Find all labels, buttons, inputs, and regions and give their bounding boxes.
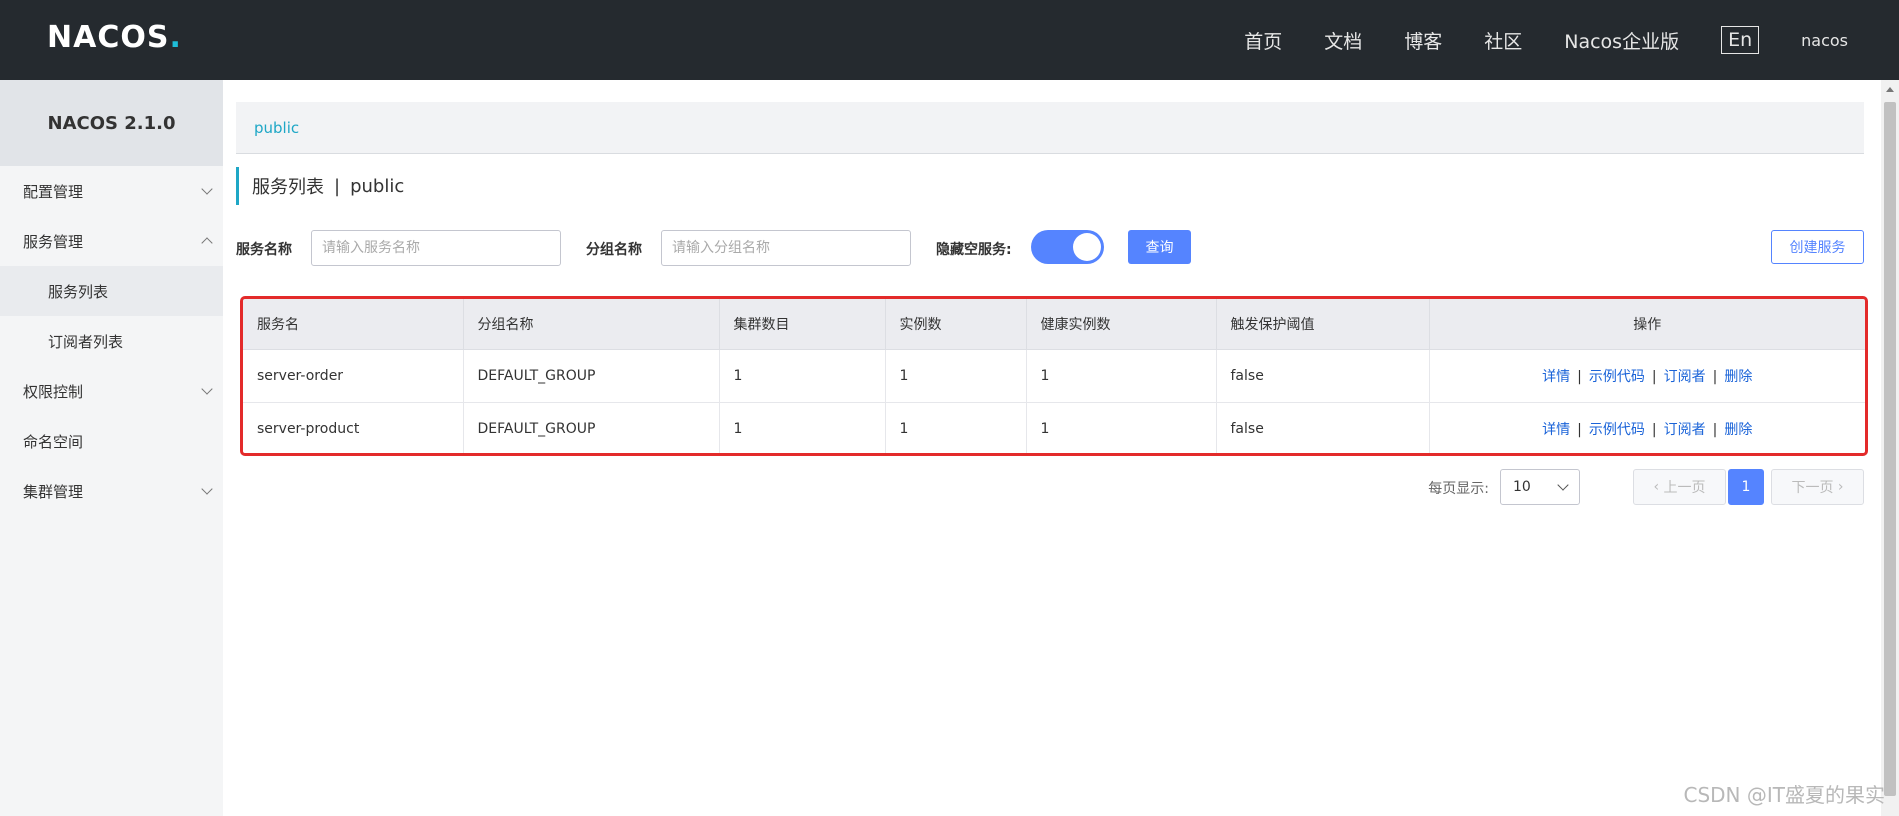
sidebar-item-config[interactable]: 配置管理 — [0, 166, 223, 216]
per-page-select[interactable]: 10 — [1500, 469, 1580, 505]
cell-instance-count: 1 — [885, 349, 1027, 403]
pagination: 每页显示: 10 ‹ 上一页 1 下一页 › — [236, 469, 1864, 505]
delete-link[interactable]: 删除 — [1724, 422, 1752, 438]
chevron-down-icon — [201, 183, 213, 195]
page-title: 服务列表 | public — [236, 167, 404, 205]
group-name-label: 分组名称 — [586, 242, 642, 258]
chevron-down-icon — [1557, 478, 1569, 491]
sidebar-item-namespace[interactable]: 命名空间 — [0, 416, 223, 466]
query-button[interactable]: 查询 — [1128, 230, 1191, 264]
watermark: CSDN @IT盛夏的果实 — [1683, 783, 1886, 807]
vertical-scrollbar[interactable] — [1881, 80, 1899, 816]
page-title-text: 服务列表 — [252, 177, 324, 198]
sidebar-version-title: NACOS 2.1.0 — [0, 80, 223, 166]
namespace-breadcrumb: public — [236, 102, 1864, 154]
nav-blog[interactable]: 博客 — [1404, 27, 1442, 54]
sidebar-item-label: 集群管理 — [23, 482, 84, 501]
hide-empty-label: 隐藏空服务: — [936, 242, 1012, 258]
cell-healthy-count: 1 — [1026, 402, 1217, 456]
nacos-logo[interactable]: NACOS. — [47, 20, 182, 55]
cell-group-name: DEFAULT_GROUP — [463, 349, 720, 403]
top-navbar: NACOS. 首页 文档 博客 社区 Nacos企业版 En nacos — [0, 0, 1899, 80]
sidebar-item-cluster[interactable]: 集群管理 — [0, 466, 223, 516]
hide-empty-toggle[interactable] — [1031, 230, 1104, 264]
chevron-right-icon: › — [1833, 479, 1844, 495]
service-name-label: 服务名称 — [236, 242, 292, 258]
detail-link[interactable]: 详情 — [1542, 422, 1570, 438]
col-operations: 操作 — [1429, 299, 1865, 350]
chevron-down-icon — [201, 483, 213, 495]
per-page-label: 每页显示: — [1428, 481, 1489, 497]
nav-home[interactable]: 首页 — [1244, 27, 1282, 54]
nav-community[interactable]: 社区 — [1484, 27, 1522, 54]
sample-code-link[interactable]: 示例代码 — [1589, 369, 1645, 385]
scroll-up-icon[interactable] — [1886, 87, 1894, 92]
table-row: server-order DEFAULT_GROUP 1 1 1 false 详… — [243, 349, 1865, 403]
logo-text: NACOS — [47, 20, 170, 55]
nav-enterprise[interactable]: Nacos企业版 — [1564, 27, 1679, 54]
detail-link[interactable]: 详情 — [1542, 369, 1570, 385]
create-service-button[interactable]: 创建服务 — [1771, 230, 1864, 264]
sidebar-item-label: 命名空间 — [23, 432, 84, 451]
chevron-left-icon: ‹ — [1653, 479, 1664, 495]
col-cluster-count: 集群数目 — [719, 299, 886, 350]
toggle-knob — [1073, 233, 1101, 261]
col-instance-count: 实例数 — [885, 299, 1027, 350]
group-name-input[interactable] — [661, 230, 911, 266]
per-page-value: 10 — [1513, 479, 1531, 495]
sidebar-item-label: 权限控制 — [23, 382, 84, 401]
cell-operations: 详情 | 示例代码 | 订阅者 | 删除 — [1429, 402, 1865, 456]
sidebar-item-service-list[interactable]: 服务列表 — [0, 266, 223, 316]
scrollbar-thumb[interactable] — [1884, 102, 1896, 796]
cell-protect-threshold: false — [1216, 349, 1430, 403]
table-header-row: 服务名 分组名称 集群数目 实例数 健康实例数 触发保护阈值 操作 — [243, 299, 1865, 350]
subscriber-link[interactable]: 订阅者 — [1664, 369, 1706, 385]
cell-cluster-count: 1 — [719, 402, 886, 456]
sidebar: NACOS 2.1.0 配置管理 服务管理 服务列表 订阅者列表 权限控制 命名… — [0, 80, 223, 816]
subscriber-link[interactable]: 订阅者 — [1664, 422, 1706, 438]
cell-cluster-count: 1 — [719, 349, 886, 403]
filter-bar: 服务名称 分组名称 隐藏空服务: 查询 创建服务 — [236, 230, 1864, 266]
prev-page-button[interactable]: ‹ 上一页 — [1633, 469, 1726, 505]
page-button[interactable]: 1 — [1728, 469, 1764, 505]
next-page-button[interactable]: 下一页 › — [1771, 469, 1864, 505]
col-protect-threshold: 触发保护阈值 — [1216, 299, 1430, 350]
service-name-input[interactable] — [311, 230, 561, 266]
sidebar-item-label: 配置管理 — [23, 182, 84, 201]
sidebar-item-auth[interactable]: 权限控制 — [0, 366, 223, 416]
chevron-down-icon — [201, 383, 213, 395]
cell-operations: 详情 | 示例代码 | 订阅者 | 删除 — [1429, 349, 1865, 403]
cell-group-name: DEFAULT_GROUP — [463, 402, 720, 456]
col-healthy-count: 健康实例数 — [1026, 299, 1217, 350]
sidebar-item-label: 服务管理 — [23, 232, 84, 251]
top-nav: 首页 文档 博客 社区 Nacos企业版 En nacos — [1244, 0, 1899, 80]
namespace-link[interactable]: public — [254, 119, 299, 137]
col-group-name: 分组名称 — [463, 299, 720, 350]
table-row: server-product DEFAULT_GROUP 1 1 1 false… — [243, 402, 1865, 456]
sidebar-item-service[interactable]: 服务管理 — [0, 216, 223, 266]
cell-service-name: server-product — [243, 402, 464, 456]
cell-service-name: server-order — [243, 349, 464, 403]
cell-protect-threshold: false — [1216, 402, 1430, 456]
chevron-up-icon — [201, 237, 213, 249]
col-service-name: 服务名 — [243, 299, 464, 350]
service-table: 服务名 分组名称 集群数目 实例数 健康实例数 触发保护阈值 操作 server… — [243, 299, 1865, 456]
delete-link[interactable]: 删除 — [1724, 369, 1752, 385]
sidebar-item-subscriber-list[interactable]: 订阅者列表 — [0, 316, 223, 366]
title-separator: | — [334, 175, 341, 197]
sample-code-link[interactable]: 示例代码 — [1589, 422, 1645, 438]
page-title-namespace: public — [350, 175, 405, 197]
user-name[interactable]: nacos — [1801, 31, 1848, 50]
cell-healthy-count: 1 — [1026, 349, 1217, 403]
language-switch[interactable]: En — [1721, 26, 1760, 54]
cell-instance-count: 1 — [885, 402, 1027, 456]
nav-docs[interactable]: 文档 — [1324, 27, 1362, 54]
